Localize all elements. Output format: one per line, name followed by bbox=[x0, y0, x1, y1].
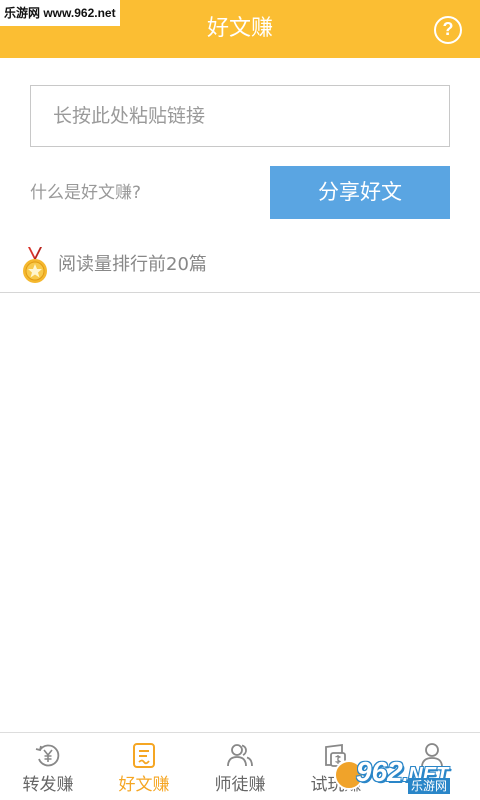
article-icon bbox=[133, 743, 155, 768]
what-is-link[interactable]: 什么是好文赚? bbox=[30, 178, 141, 208]
watermark-sub: 乐游网 bbox=[408, 778, 451, 794]
tab-label: 好文赚 bbox=[118, 775, 170, 795]
medal-icon bbox=[23, 247, 47, 283]
tab-mentor-earn[interactable]: 师徒赚 bbox=[192, 733, 288, 800]
share-article-button[interactable]: 分享好文 bbox=[270, 166, 450, 219]
tab-label: 师徒赚 bbox=[214, 775, 266, 795]
article-list bbox=[0, 294, 480, 732]
ranking-header: 阅读量排行前20篇 bbox=[0, 243, 480, 293]
ranking-title: 阅读量排行前20篇 bbox=[58, 254, 207, 275]
tab-label: 转发赚 bbox=[22, 775, 74, 795]
watermark-top: 乐游网 www.962.net bbox=[0, 0, 120, 26]
question-circle-icon[interactable]: ? bbox=[434, 16, 462, 44]
share-yuan-icon bbox=[35, 744, 60, 767]
paste-link-input[interactable] bbox=[30, 85, 450, 147]
tab-article-earn[interactable]: 好文赚 bbox=[96, 733, 192, 800]
users-icon bbox=[227, 744, 253, 767]
watermark-bottom: 962.NET 乐游网 bbox=[334, 756, 474, 796]
tab-share-earn[interactable]: 转发赚 bbox=[0, 733, 96, 800]
